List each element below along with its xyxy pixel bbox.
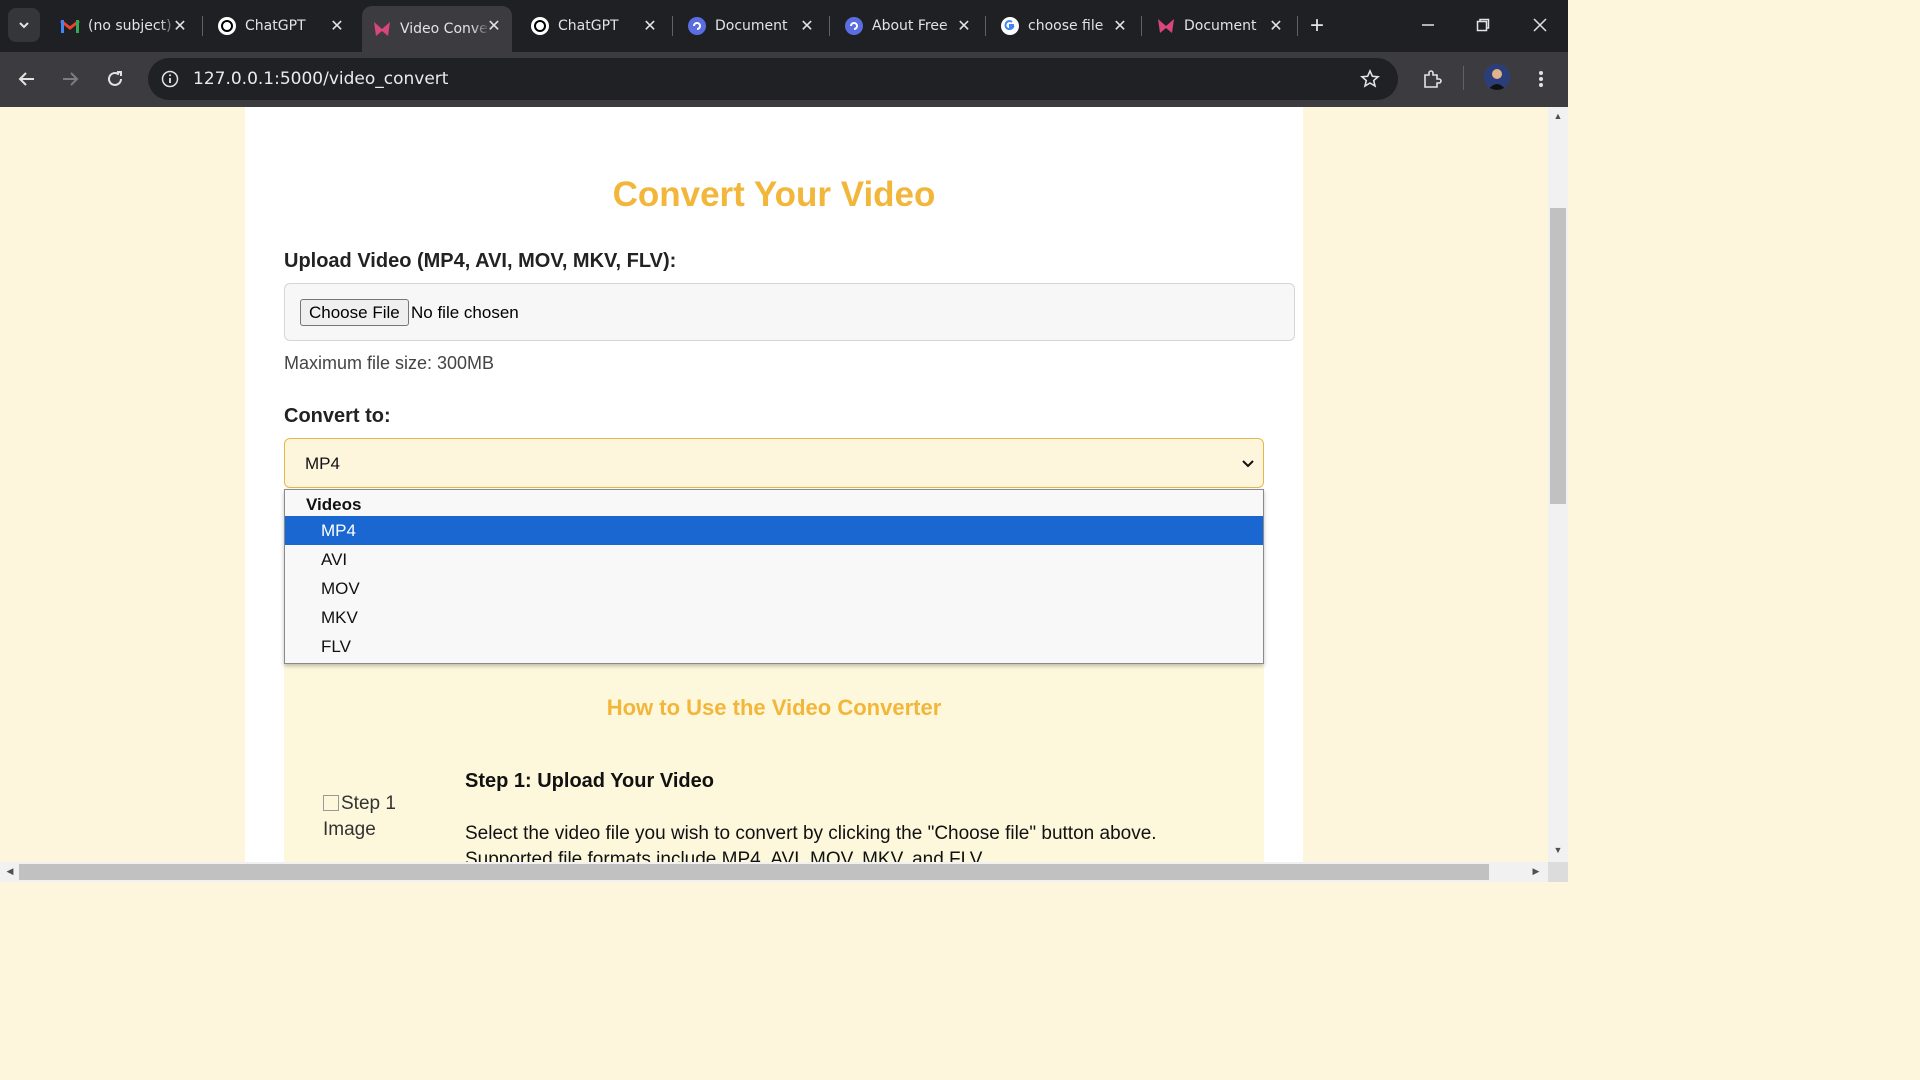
tab-divider xyxy=(202,16,203,36)
horizontal-scroll-thumb[interactable] xyxy=(19,864,1489,880)
restore-icon[interactable] xyxy=(1468,10,1498,40)
step1-text: Select the video file you wish to conver… xyxy=(465,823,1157,862)
converter-card: Convert Your Video Upload Video (MP4, AV… xyxy=(245,107,1303,862)
close-tab-icon[interactable]: ✕ xyxy=(954,16,974,36)
tab-choose-file[interactable]: choose file ✕ xyxy=(990,6,1138,46)
app-icon xyxy=(1156,16,1176,36)
close-tab-icon[interactable]: ✕ xyxy=(484,16,504,36)
close-window-icon[interactable] xyxy=(1525,10,1555,40)
option-avi[interactable]: AVI xyxy=(285,545,1263,574)
browser-toolbar: 127.0.0.1:5000/video_convert xyxy=(0,52,1568,107)
step1-title: Step 1: Upload Your Video xyxy=(465,770,714,792)
docs-icon xyxy=(844,16,864,36)
tab-document-2[interactable]: Document ✕ xyxy=(1146,6,1294,46)
tab-strip: (no subject) ✕ ChatGPT ✕ Video Converter… xyxy=(0,0,1568,52)
google-icon xyxy=(1000,16,1020,36)
horizontal-scrollbar[interactable]: ◀ ▶ xyxy=(0,862,1548,882)
option-flv[interactable]: FLV xyxy=(285,632,1263,661)
option-mov[interactable]: MOV xyxy=(285,574,1263,603)
tab-divider xyxy=(985,16,986,36)
format-dropdown-list: Videos MP4 AVI MOV MKV FLV xyxy=(284,489,1264,664)
choose-file-button[interactable]: Choose File xyxy=(300,299,409,326)
tab-chatgpt[interactable]: ChatGPT ✕ xyxy=(207,6,355,46)
max-size-note: Maximum file size: 300MB xyxy=(284,353,495,373)
close-tab-icon[interactable]: ✕ xyxy=(797,16,817,36)
url-text[interactable]: 127.0.0.1:5000/video_convert xyxy=(193,69,448,89)
tab-title: ChatGPT xyxy=(245,18,306,34)
menu-kebab-icon[interactable] xyxy=(1526,64,1556,94)
chatgpt-icon xyxy=(217,16,237,36)
tab-divider xyxy=(672,16,673,36)
tab-title: ChatGPT xyxy=(558,18,619,34)
close-tab-icon[interactable]: ✕ xyxy=(327,16,347,36)
app-icon xyxy=(372,19,392,39)
scroll-left-icon[interactable]: ◀ xyxy=(4,866,16,878)
option-mkv[interactable]: MKV xyxy=(285,603,1263,632)
extensions-icon[interactable] xyxy=(1417,64,1447,94)
tab-document[interactable]: Document ✕ xyxy=(677,6,825,46)
scrollbar-corner xyxy=(1548,862,1568,882)
file-input[interactable]: Choose File No file chosen xyxy=(284,283,1295,341)
scroll-down-icon[interactable]: ▼ xyxy=(1552,845,1564,857)
upload-label: Upload Video (MP4, AVI, MOV, MKV, FLV): xyxy=(284,250,677,272)
step1-image: Step 1 Image xyxy=(323,791,423,843)
page-viewport: Convert Your Video Upload Video (MP4, AV… xyxy=(0,107,1548,862)
format-select[interactable]: MP4 xyxy=(284,438,1264,488)
tab-search-button[interactable] xyxy=(8,8,40,42)
docs-icon xyxy=(687,16,707,36)
scroll-up-icon[interactable]: ▲ xyxy=(1552,111,1564,123)
tab-divider xyxy=(1141,16,1142,36)
file-status-text: No file chosen xyxy=(411,303,519,322)
tab-about-free[interactable]: About Free ✕ xyxy=(834,6,982,46)
scroll-right-icon[interactable]: ▶ xyxy=(1530,866,1542,878)
tab-title: Document xyxy=(1184,18,1257,34)
bookmark-star-icon[interactable] xyxy=(1358,67,1382,91)
tab-title: Document xyxy=(715,18,788,34)
option-mp4[interactable]: MP4 xyxy=(285,516,1263,545)
chevron-down-icon xyxy=(19,22,29,29)
vertical-scrollbar[interactable]: ▲ ▼ xyxy=(1548,107,1568,862)
close-tab-icon[interactable]: ✕ xyxy=(1110,16,1130,36)
chevron-down-icon xyxy=(1242,460,1254,468)
tab-title: About Free xyxy=(872,18,948,34)
howto-section: How to Use the Video Converter Step 1 Im… xyxy=(284,663,1264,862)
tab-title: (no subject) xyxy=(88,18,172,34)
forward-icon[interactable] xyxy=(53,62,87,96)
close-tab-icon[interactable]: ✕ xyxy=(170,16,190,36)
tab-divider xyxy=(829,16,830,36)
tab-chatgpt-2[interactable]: ChatGPT ✕ xyxy=(520,6,668,46)
new-tab-icon[interactable]: + xyxy=(1303,12,1331,40)
vertical-scroll-thumb[interactable] xyxy=(1550,208,1566,504)
toolbar-divider xyxy=(1463,66,1464,90)
address-bar[interactable]: 127.0.0.1:5000/video_convert xyxy=(148,58,1398,100)
profile-avatar[interactable] xyxy=(1484,64,1510,90)
minimize-icon[interactable] xyxy=(1413,10,1443,40)
tab-title: choose file xyxy=(1028,18,1104,34)
convert-label: Convert to: xyxy=(284,405,391,427)
broken-image-icon xyxy=(323,795,339,811)
site-info-icon[interactable] xyxy=(158,67,182,91)
tab-title: Video Converter xyxy=(400,21,490,37)
chatgpt-icon xyxy=(530,16,550,36)
reload-icon[interactable] xyxy=(98,62,132,96)
gmail-icon xyxy=(60,16,80,36)
close-tab-icon[interactable]: ✕ xyxy=(640,16,660,36)
howto-title: How to Use the Video Converter xyxy=(606,695,942,720)
optgroup-label: Videos xyxy=(306,495,362,514)
page-title: Convert Your Video xyxy=(612,175,936,214)
tab-video-converter[interactable]: Video Converter ✕ xyxy=(362,6,512,52)
tab-gmail[interactable]: (no subject) ✕ xyxy=(50,6,198,46)
tab-divider xyxy=(1297,16,1298,36)
format-select-value: MP4 xyxy=(305,454,340,473)
back-icon[interactable] xyxy=(10,62,44,96)
close-tab-icon[interactable]: ✕ xyxy=(1266,16,1286,36)
